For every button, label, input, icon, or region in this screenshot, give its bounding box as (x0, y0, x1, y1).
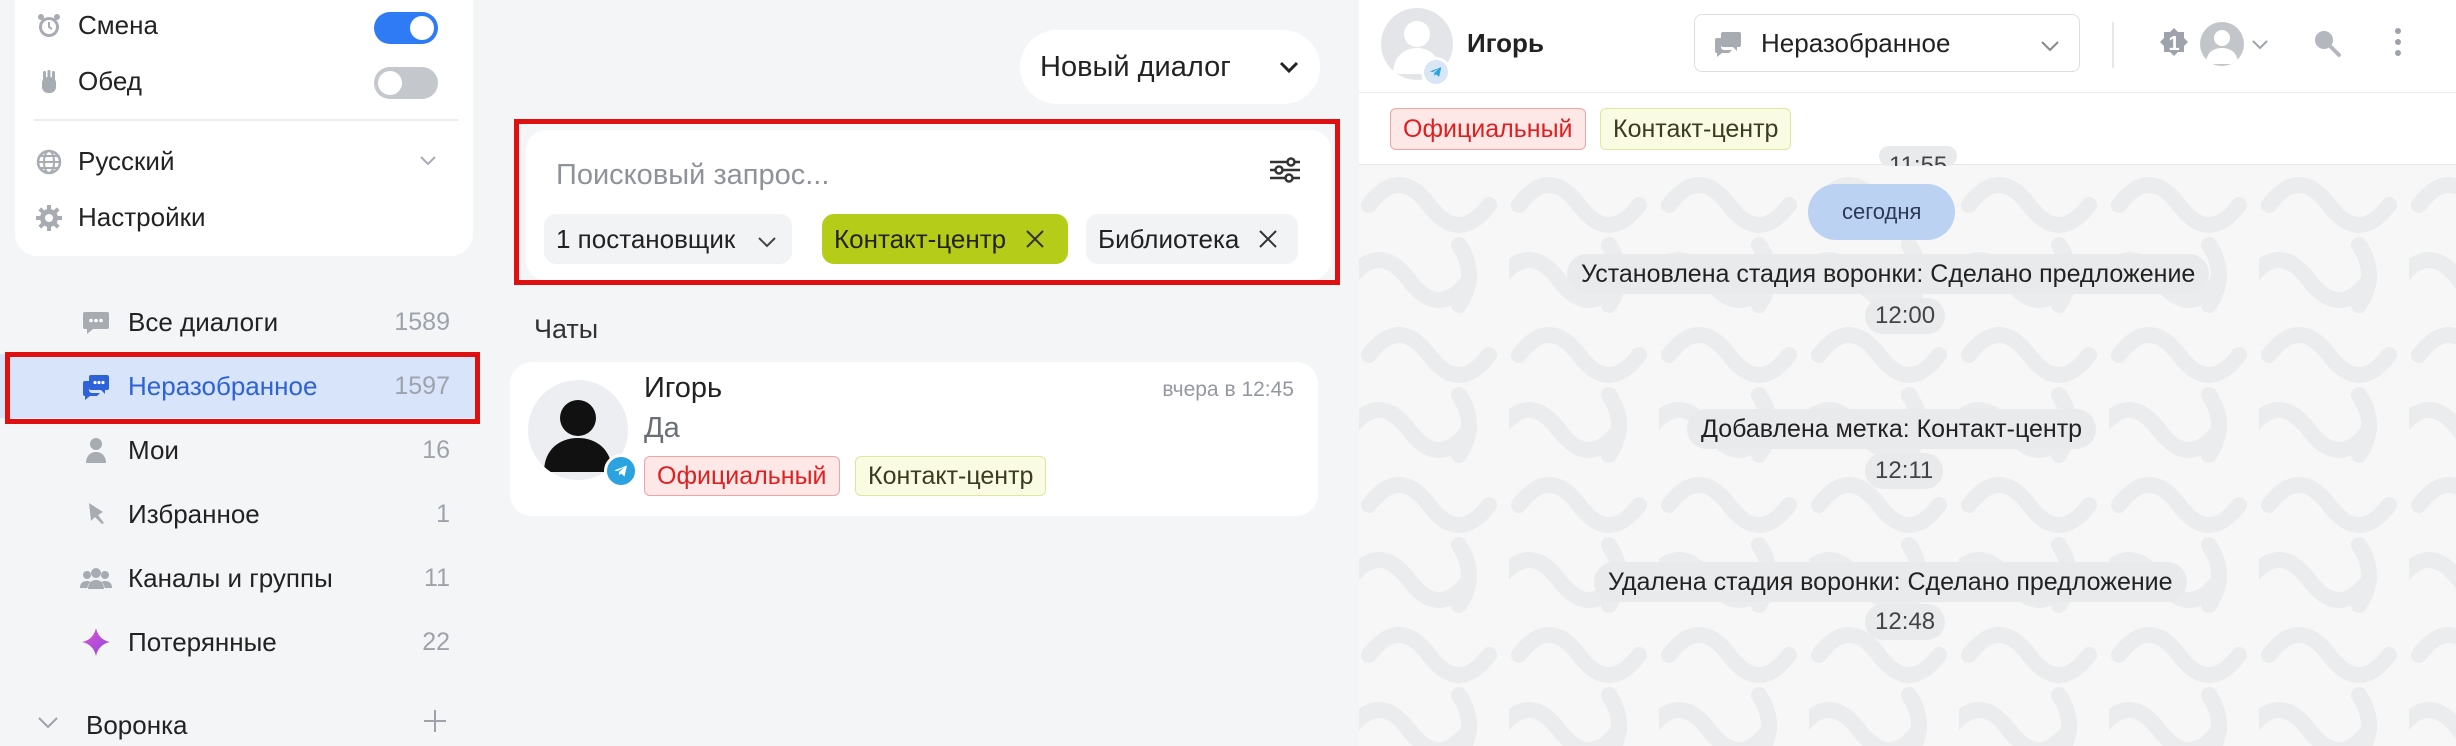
unsorted-chat-icon (1713, 28, 1743, 58)
hand-icon (34, 67, 64, 97)
status-value: Неразобранное (1761, 27, 1951, 58)
nav-item-mine[interactable]: Мои 16 (0, 418, 480, 482)
chevron-down-icon (36, 710, 60, 741)
message-time: 12:11 (1865, 453, 1944, 489)
chevron-down-icon (418, 150, 438, 175)
system-event-message: Добавлена метка: Контакт-центр (1687, 409, 2097, 449)
system-event-message: Удалена стадия воронки: Сделано предложе… (1594, 562, 2187, 602)
nav-label: Каналы и группы (128, 562, 333, 593)
nav-label: Все диалоги (128, 306, 279, 337)
telegram-icon (1421, 57, 1451, 87)
nav-item-all-dialogs[interactable]: Все диалоги 1589 (0, 290, 480, 354)
tag-contact-center: Контакт-центр (1600, 108, 1792, 150)
language-label: Русский (78, 146, 175, 176)
status-select[interactable]: Неразобранное (1694, 14, 2080, 72)
nav-count: 1 (436, 499, 450, 528)
new-dialog-label: Новый диалог (1040, 50, 1231, 83)
message-time-partial: 11:55 (1879, 146, 1958, 166)
chevron-down-icon (2039, 33, 2061, 64)
highlight-frame-search (514, 119, 1340, 285)
nav-count: 22 (422, 627, 450, 656)
settings-label: Настройки (78, 202, 206, 232)
pin-icon (80, 498, 112, 530)
nav-label: Мои (128, 434, 179, 465)
shift-toggle[interactable] (374, 12, 438, 44)
funnel-section-header[interactable]: Воронка (0, 692, 480, 746)
contact-name: Игорь (1467, 28, 1544, 58)
message-time: 12:48 (1865, 604, 1946, 640)
globe-icon (34, 147, 64, 177)
tag-official: Официальный (1390, 108, 1586, 150)
chat-timestamp: вчера в 12:45 (1162, 378, 1294, 401)
nav-item-channels-groups[interactable]: Каналы и группы 11 (0, 546, 480, 610)
nav-count: 11 (424, 563, 450, 592)
new-dialog-button[interactable]: Новый диалог (1020, 30, 1320, 104)
lunch-row: Обед (34, 66, 142, 97)
alarm-clock-icon (34, 11, 64, 41)
tag-contact-center: Контакт-центр (855, 456, 1047, 496)
gear-icon (34, 203, 64, 233)
header-divider (2112, 22, 2114, 68)
message-time: 11:55 (1889, 152, 1948, 166)
nav-label: Потерянные (128, 626, 277, 657)
tag-official: Официальный (644, 456, 840, 496)
message-time: 12:00 (1865, 298, 1946, 334)
telegram-icon (604, 454, 638, 488)
chat-last-message: Да (644, 412, 680, 444)
shift-row: Смена (34, 10, 158, 41)
language-selector[interactable]: Русский (34, 146, 174, 177)
person-icon (80, 434, 112, 466)
chevron-down-icon (1276, 54, 1302, 88)
chat-list-item[interactable]: Игорь вчера в 12:45 Да Официальный Конта… (510, 362, 1318, 516)
lunch-toggle[interactable] (374, 67, 438, 99)
sidebar: Смена Обед Русский Настройки Все диалоги… (0, 0, 495, 746)
nav-item-lost[interactable]: Потерянные 22 (0, 610, 480, 674)
date-separator: сегодня (1808, 184, 1956, 240)
notifications-count: 1 (2168, 32, 2180, 55)
shift-label: Смена (78, 10, 158, 40)
settings-link[interactable]: Настройки (34, 202, 206, 233)
nav-item-favorites[interactable]: Избранное 1 (0, 482, 480, 546)
plus-icon[interactable] (422, 708, 448, 741)
chat-contact-name: Игорь (644, 372, 723, 404)
funnel-label: Воронка (86, 710, 188, 740)
assignee-avatar[interactable] (2200, 22, 2244, 66)
nav-label: Избранное (128, 498, 260, 529)
chats-section-title: Чаты (534, 314, 599, 344)
lost-star-icon (80, 626, 112, 658)
notifications-badge[interactable]: 1 (2156, 26, 2192, 62)
nav-count: 16 (422, 435, 450, 464)
highlight-frame-unsorted (5, 352, 480, 424)
search-icon[interactable] (2312, 28, 2342, 58)
nav-count: 1589 (394, 307, 450, 336)
system-event-message: Установлена стадия воронки: Сделано пред… (1567, 254, 2210, 294)
chat-bubble-icon (80, 306, 112, 338)
lunch-label: Обед (78, 66, 142, 96)
chevron-down-icon[interactable] (2250, 34, 2270, 54)
more-vertical-icon[interactable] (2392, 26, 2404, 58)
group-icon (80, 562, 112, 594)
menu-divider (34, 119, 458, 121)
